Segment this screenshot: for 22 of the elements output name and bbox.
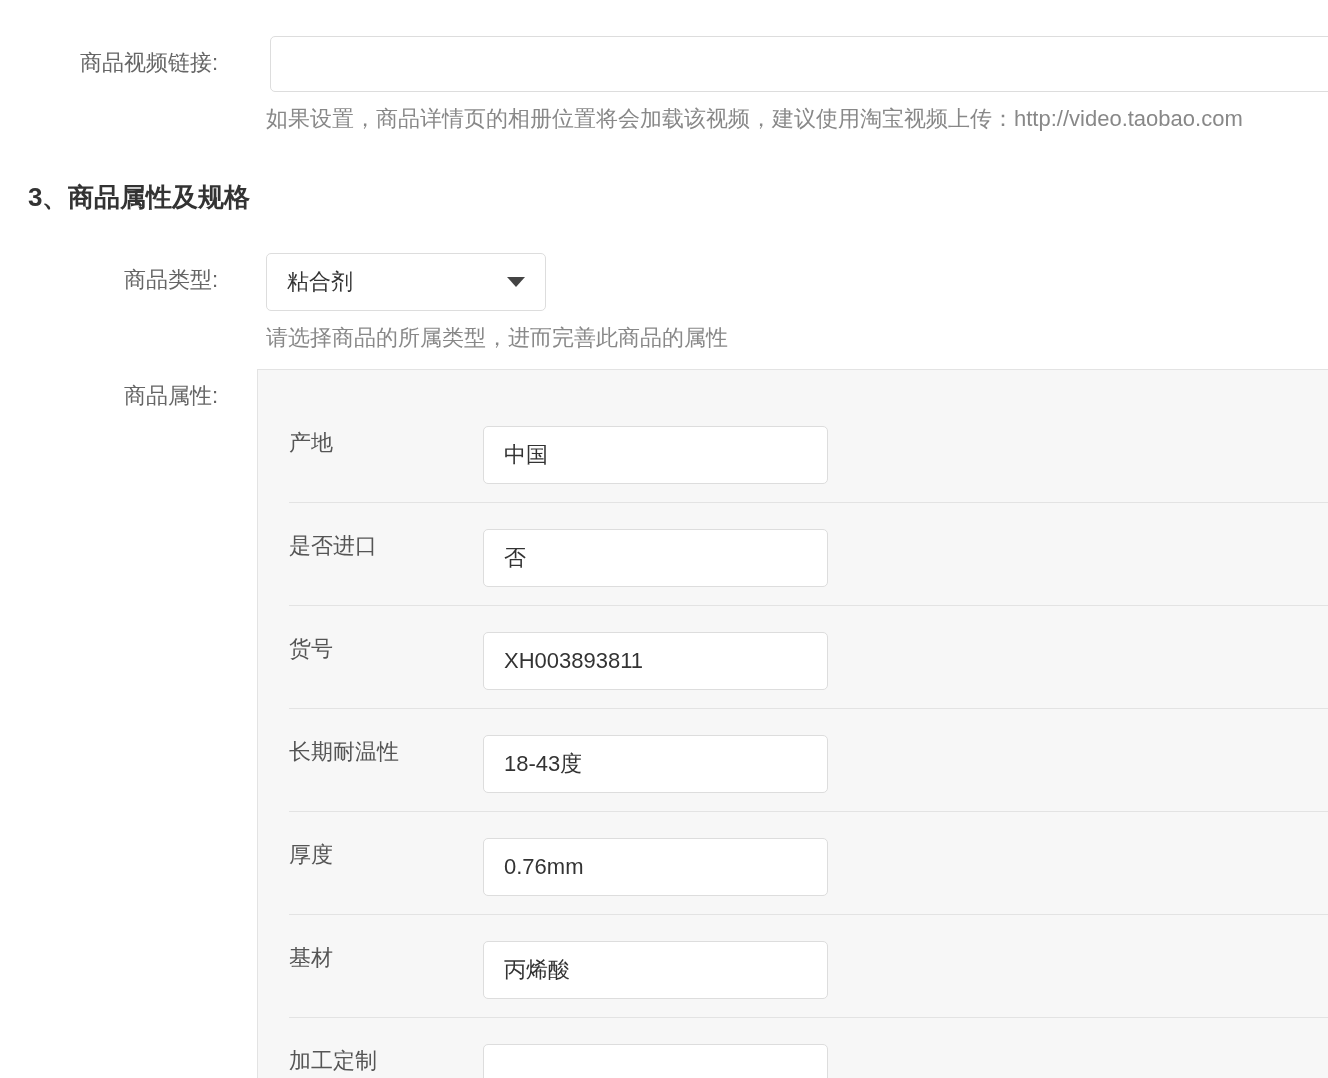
field-label: 商品属性: (122, 382, 218, 410)
attribute-name: 厚度 (289, 841, 334, 869)
attribute-field[interactable]: 否 (483, 529, 828, 587)
attribute-field[interactable]: 丙烯酸 (483, 941, 828, 999)
attribute-field[interactable]: XH003893811 (483, 632, 828, 690)
video-link-field[interactable] (270, 36, 1328, 92)
hint-text: 如果设置，商品详情页的相册位置将会加载该视频，建议使用淘宝视频上传：http://video.taobao.com (266, 105, 1244, 133)
section-title: 3、商品属性及规格 (28, 181, 252, 214)
field-label: 商品视频链接: (78, 49, 218, 77)
caret-icon (507, 277, 525, 287)
attribute-field[interactable]: 0.76mm (483, 838, 828, 896)
attribute-name: 货号 (289, 635, 334, 663)
attribute-name: 产地 (289, 429, 334, 457)
field-label: 商品类型: (122, 266, 218, 294)
attribute-field[interactable]: 中国 (483, 426, 828, 484)
attribute-name: 基材 (289, 944, 334, 972)
attribute-name: 是否进口 (289, 532, 378, 560)
hint-text: 请选择商品的所属类型，进而完善此商品的属性 (266, 324, 729, 352)
attribute-name: 长期耐温性 (289, 738, 400, 766)
type-dropdown[interactable]: 粘合剂 (266, 253, 546, 311)
attribute-field[interactable]: 18-43度 (483, 735, 828, 793)
attribute-name: 加工定制 (289, 1047, 378, 1075)
